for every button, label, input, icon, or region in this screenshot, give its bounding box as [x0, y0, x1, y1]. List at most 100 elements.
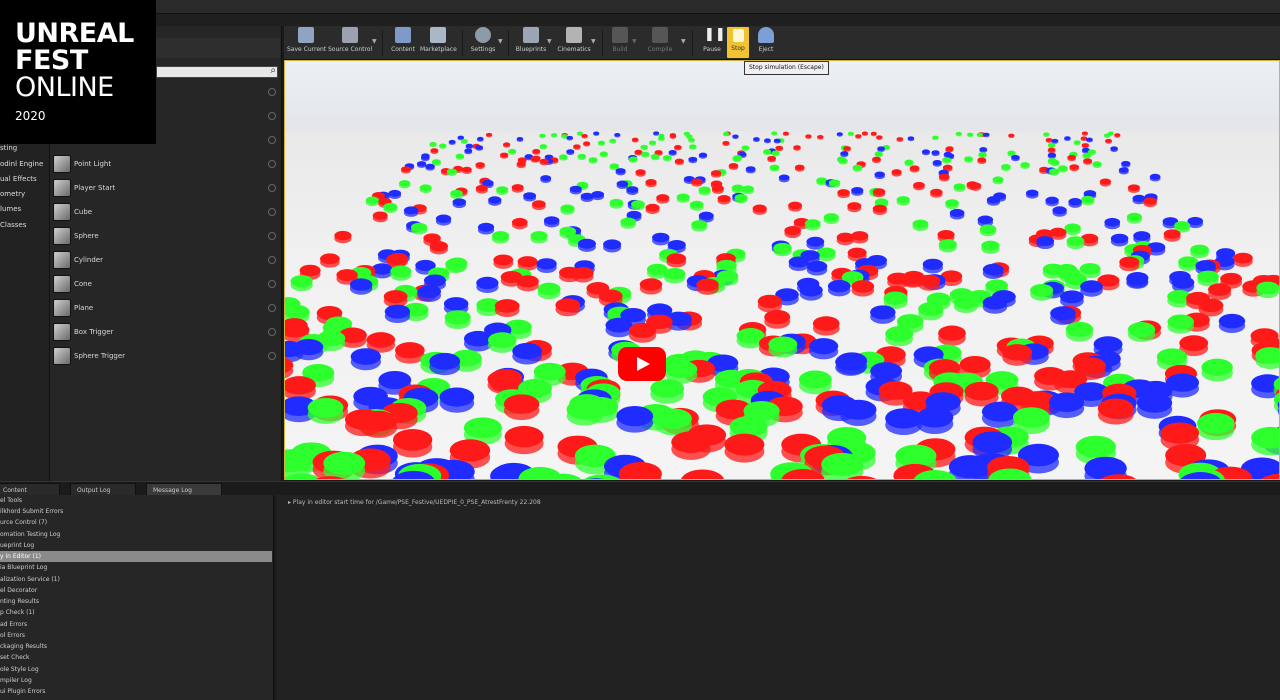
chevron-down-icon[interactable]: ▼ — [547, 38, 552, 45]
category-geometry[interactable]: ometry — [0, 190, 50, 204]
list-item-sphere-trigger[interactable]: Sphere Trigger — [50, 346, 280, 368]
favorite-icon[interactable] — [268, 232, 276, 240]
agent-top — [349, 278, 373, 291]
list-item-player-start[interactable]: Player Start — [50, 178, 280, 200]
favorite-icon[interactable] — [268, 208, 276, 216]
search-input[interactable]: ⌕ — [156, 65, 278, 78]
category-lights[interactable]: odinl Engine — [0, 160, 50, 174]
agent-top — [979, 224, 997, 234]
eject-button[interactable]: Eject — [754, 27, 778, 58]
crowd-agent — [728, 162, 739, 170]
category-basic[interactable]: sting — [0, 144, 50, 158]
settings-button[interactable]: Settings — [468, 27, 498, 58]
list-item-point-light[interactable]: Point Light — [50, 154, 280, 176]
favorite-icon[interactable] — [268, 280, 276, 288]
list-item[interactable]: nting Results — [0, 596, 272, 607]
chevron-down-icon[interactable]: ▼ — [591, 38, 596, 45]
list-item-sphere[interactable]: Sphere — [50, 226, 280, 248]
list-item[interactable]: ol Errors — [0, 630, 272, 641]
agent-top — [729, 416, 768, 437]
category-volumes[interactable]: lumes — [0, 205, 50, 219]
list-item-selected[interactable]: y in Editor (1) — [0, 551, 272, 562]
list-item[interactable]: ui Plugin Errors — [0, 686, 272, 697]
favorite-icon[interactable] — [268, 112, 276, 120]
crowd-agent — [430, 148, 439, 154]
crowd-agent — [1105, 138, 1112, 144]
favorite-icon[interactable] — [268, 136, 276, 144]
level-viewport[interactable] — [284, 60, 1280, 480]
list-item[interactable]: mpiler Log — [0, 675, 272, 686]
list-item[interactable]: urce Control (7) — [0, 517, 272, 528]
list-item-plane[interactable]: Plane — [50, 298, 280, 320]
list-item[interactable]: omation Testing Log — [0, 529, 272, 540]
favorite-icon[interactable] — [268, 304, 276, 312]
favorite-icon[interactable] — [268, 88, 276, 96]
crowd-agent — [626, 186, 639, 195]
cinematics-button[interactable]: Cinematics — [556, 27, 592, 58]
list-item-cube[interactable]: Cube — [50, 202, 280, 224]
crowd-agent — [1126, 212, 1142, 224]
chevron-down-icon[interactable]: ▼ — [372, 38, 377, 45]
favorite-icon[interactable] — [268, 256, 276, 264]
list-item[interactable]: set Check — [0, 652, 272, 663]
crowd-agent — [640, 144, 648, 151]
category-label: sting — [0, 144, 18, 152]
pause-button[interactable]: ❚❚ Pause — [700, 27, 726, 58]
favorite-icon[interactable] — [268, 352, 276, 360]
chevron-down-icon[interactable]: ▼ — [632, 38, 637, 45]
chevron-down-icon[interactable]: ▼ — [498, 38, 503, 45]
agent-top — [1103, 133, 1111, 137]
crowd-agent — [628, 322, 657, 343]
agent-top — [616, 180, 629, 187]
compile-button[interactable]: Compile — [644, 27, 676, 58]
crowd-agent — [1099, 178, 1112, 187]
agent-top — [773, 138, 781, 143]
crowd-agent — [1050, 159, 1060, 167]
agent-top — [945, 146, 954, 152]
asset-label: Cylinder — [74, 256, 103, 264]
favorite-icon[interactable] — [268, 184, 276, 192]
source-control-button[interactable]: Source Control — [328, 27, 372, 58]
crowd-agent — [698, 152, 708, 159]
crowd-agent — [388, 189, 402, 199]
crowd-agent — [420, 154, 430, 162]
list-item[interactable]: alization Service (1) — [0, 574, 272, 585]
stop-button[interactable]: Stop — [727, 27, 749, 58]
blueprints-button[interactable]: Blueprints — [514, 27, 548, 58]
list-item[interactable]: ilkhord Submit Errors — [0, 506, 272, 517]
crowd-agent — [475, 145, 484, 151]
chevron-down-icon[interactable]: ▼ — [681, 38, 686, 45]
list-item[interactable]: p Check (1) — [0, 607, 272, 618]
agent-top — [1092, 161, 1102, 167]
point-light-icon — [53, 155, 71, 173]
video-play-button[interactable] — [618, 347, 666, 381]
crowd-agent — [620, 217, 637, 229]
favorite-icon[interactable] — [268, 160, 276, 168]
agent-top — [1208, 283, 1232, 296]
agent-top — [635, 169, 646, 175]
list-item[interactable]: el Tools — [0, 495, 272, 506]
build-button[interactable]: Build — [608, 27, 632, 58]
list-item-box-trigger[interactable]: Box Trigger — [50, 322, 280, 344]
list-item-cylinder[interactable]: Cylinder — [50, 250, 280, 272]
marketplace-button[interactable]: Marketplace — [420, 27, 457, 58]
crowd-agent — [696, 278, 719, 295]
agent-top — [503, 394, 540, 414]
list-item-cone[interactable]: Cone — [50, 274, 280, 296]
favorite-icon[interactable] — [268, 328, 276, 336]
content-button[interactable]: Content — [388, 27, 418, 58]
agent-top — [731, 184, 744, 192]
agent-top — [851, 186, 864, 194]
save-current-button[interactable]: Save Current — [287, 27, 326, 58]
crowd-agent — [1081, 143, 1089, 149]
list-item[interactable]: ad Errors — [0, 619, 272, 630]
agent-top — [583, 141, 591, 146]
category-visual-effects[interactable]: ual Effects — [0, 175, 50, 189]
list-item[interactable]: el Decorator — [0, 585, 272, 596]
crowd-agent — [799, 283, 823, 301]
category-all-classes[interactable]: Classes — [0, 221, 50, 235]
list-item[interactable]: ckaging Results — [0, 641, 272, 652]
list-item[interactable]: ia Blueprint Log — [0, 562, 272, 573]
list-item[interactable]: ole Style Log — [0, 664, 272, 675]
list-item[interactable]: ueprint Log — [0, 540, 272, 551]
